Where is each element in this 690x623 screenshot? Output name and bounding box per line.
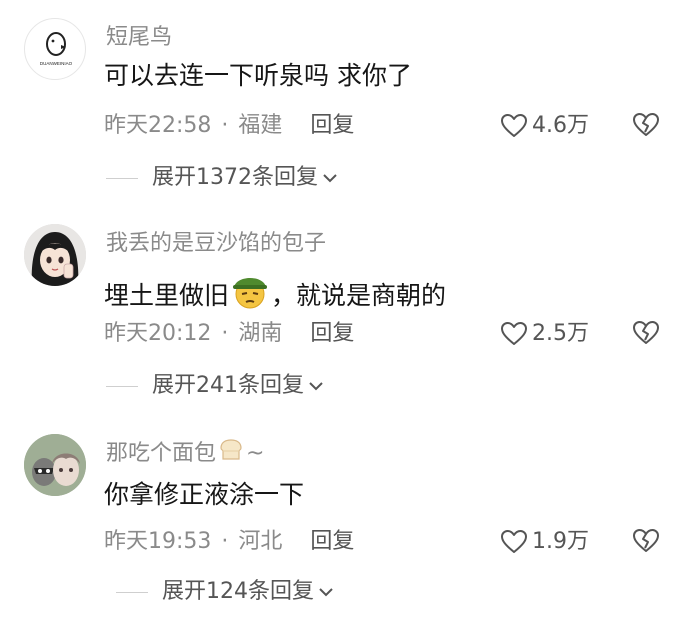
username[interactable]: 那吃个面包 ~ xyxy=(106,438,264,470)
reply-button[interactable]: 回复 xyxy=(310,528,354,556)
avatar[interactable] xyxy=(24,224,86,286)
expand-replies-button[interactable]: 展开241条回复 xyxy=(106,372,324,400)
location: 福建 xyxy=(238,113,283,138)
like-count: 1.9万 xyxy=(532,529,589,554)
like-button[interactable]: 1.9万 xyxy=(500,528,589,556)
divider-line xyxy=(106,385,138,387)
separator-dot: · xyxy=(221,321,229,346)
divider-line xyxy=(116,591,148,593)
timestamp: 昨天19:53 xyxy=(104,529,212,554)
timestamp: 昨天20:12 xyxy=(104,321,212,346)
anime-girl-avatar-icon xyxy=(24,224,86,286)
heart-outline-icon xyxy=(501,322,527,345)
username-text: 那吃个面包 xyxy=(106,441,217,466)
raccoon-avatar-icon xyxy=(24,434,86,496)
like-count: 4.6万 xyxy=(532,113,589,138)
comment-text-part: ，就说是商朝的 xyxy=(271,280,447,310)
username-suffix: ~ xyxy=(246,441,265,466)
dislike-button[interactable] xyxy=(632,528,660,558)
location: 湖南 xyxy=(238,321,283,346)
comment-text: 埋土里做旧 ，就说是商朝的 xyxy=(104,272,446,319)
dislike-button[interactable] xyxy=(632,320,660,350)
bread-icon xyxy=(220,439,242,460)
chevron-down-icon xyxy=(319,588,333,597)
expand-replies-label: 展开124条回复 xyxy=(162,579,314,604)
reply-button[interactable]: 回复 xyxy=(310,320,354,348)
comment-meta: 昨天22:58 · 福建 回复 xyxy=(104,112,354,140)
comment-text-part: 你拿修正液涂一下 xyxy=(104,480,305,509)
green-hat-emoji xyxy=(231,272,269,319)
location: 河北 xyxy=(238,529,283,554)
broken-heart-icon xyxy=(633,529,659,552)
heart-outline-icon xyxy=(501,530,527,553)
username[interactable]: 我丢的是豆沙馅的包子 xyxy=(106,230,326,258)
heart-outline-icon xyxy=(501,114,527,137)
comment-text-part: 埋土里做旧 xyxy=(104,280,230,310)
avatar-logo-text: DUANWEINIAO xyxy=(40,61,73,66)
bird-logo-icon: DUANWEINIAO xyxy=(40,32,73,66)
comment-meta: 昨天19:53 · 河北 回复 xyxy=(104,528,354,556)
divider-line xyxy=(106,177,138,179)
dislike-button[interactable] xyxy=(632,112,660,142)
comment-text-part: 可以去连一下听泉吗 求你了 xyxy=(104,61,412,90)
bread-emoji xyxy=(218,438,244,470)
broken-heart-icon xyxy=(633,113,659,136)
comment-text: 你拿修正液涂一下 xyxy=(104,478,304,512)
like-button[interactable]: 2.5万 xyxy=(500,320,589,348)
comment-meta: 昨天20:12 · 湖南 回复 xyxy=(104,320,354,348)
timestamp: 昨天22:58 xyxy=(104,113,212,138)
like-count: 2.5万 xyxy=(532,321,589,346)
comment-text: 可以去连一下听泉吗 求你了 xyxy=(104,59,412,93)
chevron-down-icon xyxy=(323,174,337,183)
expand-replies-button[interactable]: 展开124条回复 xyxy=(116,578,334,606)
chevron-down-icon xyxy=(309,382,323,391)
avatar[interactable] xyxy=(24,434,86,496)
green-hat-face-icon xyxy=(233,278,268,309)
separator-dot: · xyxy=(221,113,229,138)
broken-heart-icon xyxy=(633,321,659,344)
avatar[interactable]: DUANWEINIAO xyxy=(24,18,86,80)
expand-replies-label: 展开1372条回复 xyxy=(152,165,318,190)
username[interactable]: 短尾鸟 xyxy=(106,24,172,52)
separator-dot: · xyxy=(221,529,229,554)
like-button[interactable]: 4.6万 xyxy=(500,112,589,140)
expand-replies-button[interactable]: 展开1372条回复 xyxy=(106,164,338,192)
reply-button[interactable]: 回复 xyxy=(310,112,354,140)
expand-replies-label: 展开241条回复 xyxy=(152,373,304,398)
